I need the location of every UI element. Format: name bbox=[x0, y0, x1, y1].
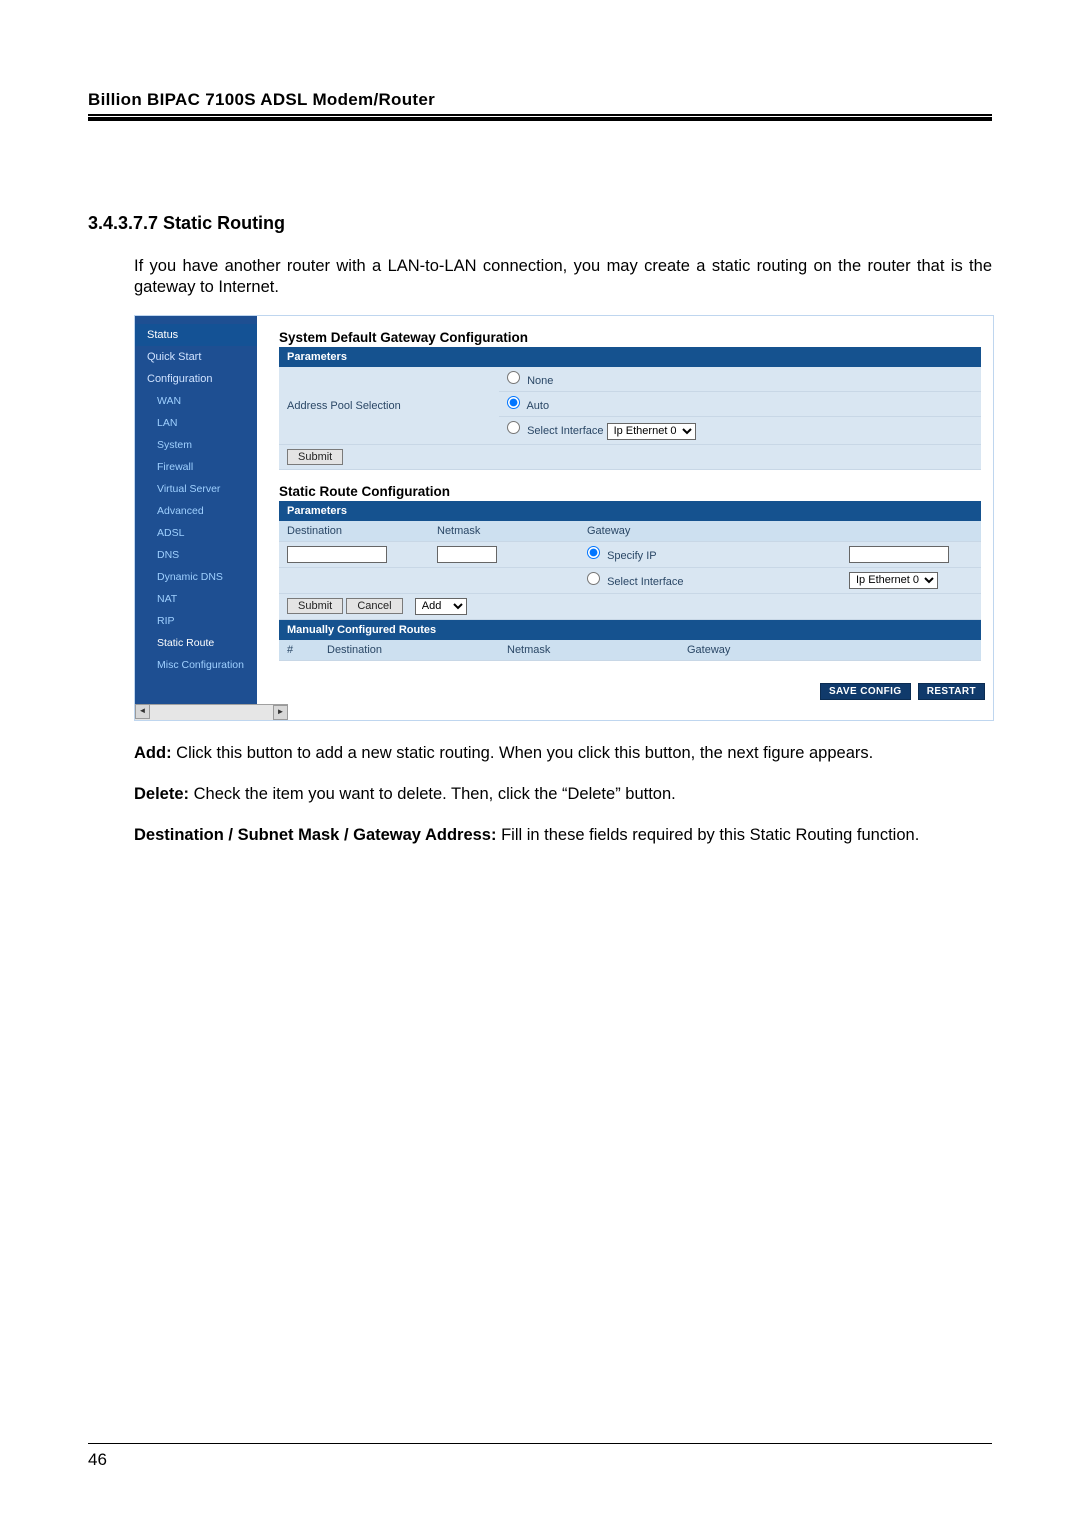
dest-text: Fill in these fields required by this St… bbox=[496, 826, 919, 844]
radio-specify-ip[interactable] bbox=[587, 546, 600, 559]
scroll-left-icon[interactable]: ◄ bbox=[135, 704, 150, 719]
sidebar-item-firewall[interactable]: Firewall bbox=[135, 456, 257, 478]
sidebar-item-dns[interactable]: DNS bbox=[135, 544, 257, 566]
delete-label: Delete: bbox=[134, 785, 189, 803]
route-interface-select[interactable]: Ip Ethernet 0 bbox=[849, 572, 938, 589]
radio-select-interface[interactable] bbox=[507, 421, 520, 434]
static-route-parameters-bar: Parameters bbox=[279, 501, 981, 521]
radio-specify-ip-label: Specify IP bbox=[607, 550, 657, 562]
save-config-button[interactable]: SAVE CONFIG bbox=[820, 683, 911, 700]
destination-paragraph: Destination / Subnet Mask / Gateway Addr… bbox=[134, 825, 992, 846]
route-action-select[interactable]: Add bbox=[415, 598, 467, 615]
radio-none[interactable] bbox=[507, 371, 520, 384]
page-footer: 46 bbox=[88, 1443, 992, 1470]
sidebar-item-system[interactable]: System bbox=[135, 434, 257, 456]
col-gateway-2: Gateway bbox=[679, 640, 981, 661]
radio-none-label: None bbox=[527, 375, 553, 387]
sidebar-item-dynamic-dns[interactable]: Dynamic DNS bbox=[135, 566, 257, 588]
destination-input[interactable] bbox=[287, 546, 387, 563]
radio-auto-label: Auto bbox=[526, 400, 549, 412]
sidebar-item-rip[interactable]: RIP bbox=[135, 610, 257, 632]
sidebar-item-configuration[interactable]: Configuration bbox=[135, 368, 257, 390]
radio-select-interface-label: Select Interface bbox=[527, 425, 603, 437]
static-route-title: Static Route Configuration bbox=[279, 484, 981, 499]
dest-label: Destination / Subnet Mask / Gateway Addr… bbox=[134, 826, 496, 844]
gateway-config-title: System Default Gateway Configuration bbox=[279, 330, 981, 345]
sidebar-item-adsl[interactable]: ADSL bbox=[135, 522, 257, 544]
sidebar-item-virtual-server[interactable]: Virtual Server bbox=[135, 478, 257, 500]
col-num: # bbox=[279, 640, 319, 661]
sidebar-item-advanced[interactable]: Advanced bbox=[135, 500, 257, 522]
netmask-input[interactable] bbox=[437, 546, 497, 563]
content-pane: System Default Gateway Configuration Par… bbox=[257, 316, 993, 704]
sidebar-item-lan[interactable]: LAN bbox=[135, 412, 257, 434]
radio-auto[interactable] bbox=[507, 396, 520, 409]
route-cancel-button[interactable]: Cancel bbox=[346, 598, 402, 614]
add-paragraph: Add: Click this button to add a new stat… bbox=[134, 743, 992, 764]
footer-divider bbox=[88, 1443, 992, 1444]
sidebar-item-quick-start[interactable]: Quick Start bbox=[135, 346, 257, 368]
sidebar-item-static-route[interactable]: Static Route bbox=[135, 632, 257, 654]
gateway-submit-button[interactable]: Submit bbox=[287, 449, 343, 465]
radio-route-select-interface[interactable] bbox=[587, 572, 600, 585]
sidebar-nav: Status Quick Start Configuration WAN LAN… bbox=[135, 316, 257, 704]
delete-text: Check the item you want to delete. Then,… bbox=[189, 785, 676, 803]
static-route-table: Destination Netmask Gateway Specify IP bbox=[279, 521, 981, 620]
sidebar-item-wan[interactable]: WAN bbox=[135, 390, 257, 412]
intro-paragraph: If you have another router with a LAN-to… bbox=[134, 256, 992, 297]
sidebar-item-status[interactable]: Status bbox=[135, 324, 257, 346]
gateway-params-table: Address Pool Selection None Auto bbox=[279, 367, 981, 470]
gateway-interface-select[interactable]: Ip Ethernet 0 bbox=[607, 423, 696, 440]
page-number: 46 bbox=[88, 1450, 992, 1470]
sidebar-item-nat[interactable]: NAT bbox=[135, 588, 257, 610]
delete-paragraph: Delete: Check the item you want to delet… bbox=[134, 784, 992, 805]
doc-header-title: Billion BIPAC 7100S ADSL Modem/Router bbox=[88, 90, 992, 110]
horizontal-scrollbar[interactable]: ► bbox=[150, 704, 288, 720]
col-destination: Destination bbox=[279, 521, 429, 542]
section-heading: 3.4.3.7.7 Static Routing bbox=[88, 213, 992, 234]
manual-routes-bar: Manually Configured Routes bbox=[279, 620, 981, 640]
router-ui-screenshot: Status Quick Start Configuration WAN LAN… bbox=[134, 315, 994, 721]
col-dest-2: Destination bbox=[319, 640, 499, 661]
gateway-ip-input[interactable] bbox=[849, 546, 949, 563]
col-netmask-2: Netmask bbox=[499, 640, 679, 661]
manual-routes-table: # Destination Netmask Gateway bbox=[279, 640, 981, 661]
col-gateway: Gateway bbox=[579, 521, 841, 542]
header-divider bbox=[88, 114, 992, 121]
col-netmask: Netmask bbox=[429, 521, 579, 542]
scroll-right-icon[interactable]: ► bbox=[273, 705, 288, 720]
add-label: Add: bbox=[134, 744, 172, 762]
gateway-parameters-bar: Parameters bbox=[279, 347, 981, 367]
add-text: Click this button to add a new static ro… bbox=[172, 744, 874, 762]
sidebar-item-misc-config[interactable]: Misc Configuration bbox=[135, 654, 257, 676]
radio-route-select-interface-label: Select Interface bbox=[607, 576, 683, 588]
address-pool-selection-label: Address Pool Selection bbox=[279, 367, 499, 444]
route-submit-button[interactable]: Submit bbox=[287, 598, 343, 614]
restart-button[interactable]: RESTART bbox=[918, 683, 985, 700]
